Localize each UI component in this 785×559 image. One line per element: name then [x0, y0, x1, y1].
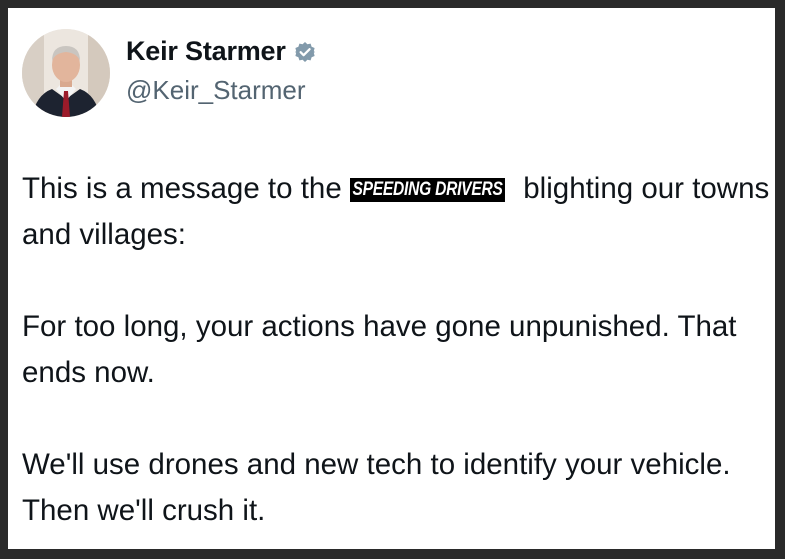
overlay-label: SPEEDING DRIVERS	[349, 178, 506, 202]
avatar[interactable]	[22, 29, 110, 117]
display-name[interactable]: Keir Starmer	[126, 36, 286, 67]
tweet-text: This is a message to the SPEEDING DRIVER…	[22, 166, 772, 534]
author-name-row: Keir Starmer	[126, 36, 316, 67]
screenshot-frame: Keir Starmer @Keir_Starmer This is a mes…	[0, 0, 785, 559]
verified-badge-icon	[294, 41, 316, 63]
tweet-text-start: This is a message to the	[22, 172, 350, 205]
tweet-paragraph-3: We'll use drones and new tech to identif…	[22, 448, 731, 527]
author-handle[interactable]: @Keir_Starmer	[126, 75, 306, 106]
profile-photo	[22, 29, 110, 117]
tweet-paragraph-1: This is a message to the SPEEDING DRIVER…	[22, 166, 772, 258]
tweet-paragraph-2: For too long, your actions have gone unp…	[22, 310, 737, 389]
tweet-card: Keir Starmer @Keir_Starmer This is a mes…	[8, 8, 775, 549]
